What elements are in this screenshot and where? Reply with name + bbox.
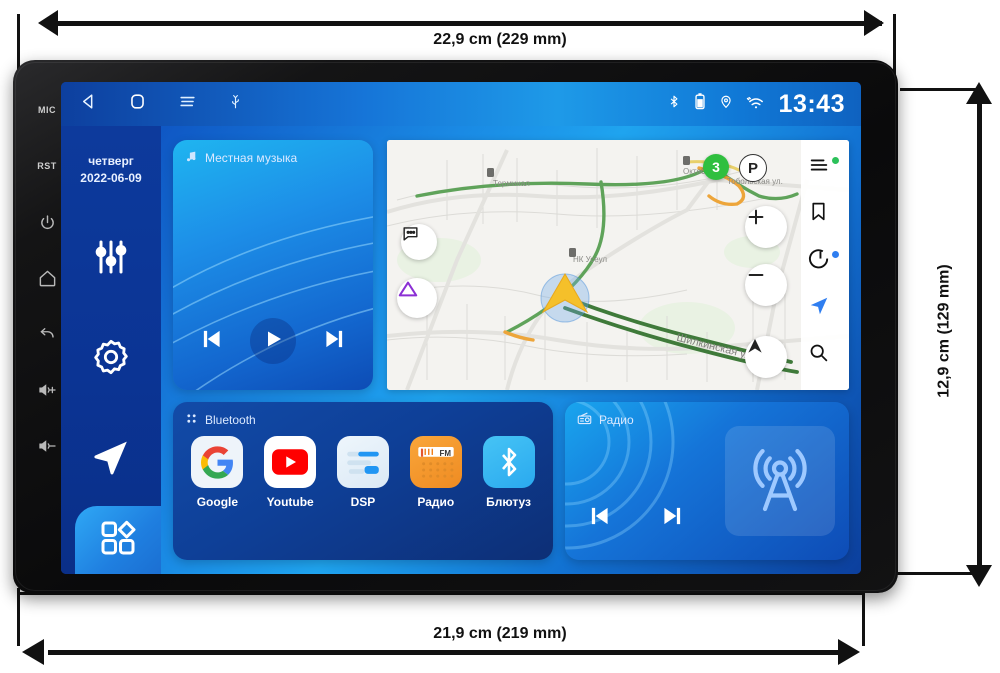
sidebar-item-equalizer[interactable]: [61, 226, 161, 292]
apps-card-header: Bluetooth: [185, 412, 256, 428]
location-icon: [719, 92, 733, 116]
dimension-line-right: [977, 104, 982, 574]
map-compass-button[interactable]: [745, 336, 787, 378]
date-label: 2022-06-09: [80, 171, 142, 185]
app-grid: Google Youtube DSP FM Радио Блютуз: [173, 436, 553, 509]
radio-card[interactable]: Радио: [565, 402, 849, 560]
yandex-navigator-button[interactable]: [808, 248, 842, 282]
app-dsp[interactable]: DSP: [333, 436, 393, 509]
apps-dots-icon: [185, 412, 198, 428]
youtube-icon: [264, 436, 317, 488]
battery-icon: [694, 92, 706, 116]
apps-card: Bluetooth Google Youtube DSP FM Радио Бл…: [173, 402, 553, 560]
map-search-button[interactable]: [808, 342, 842, 376]
home-icon[interactable]: [128, 92, 147, 116]
parking-badge[interactable]: P: [739, 154, 767, 182]
app-label: Блютуз: [486, 495, 531, 509]
arrowhead-up-icon: [966, 82, 992, 104]
bluetooth-icon: [667, 92, 681, 116]
map-navigate-button[interactable]: [808, 295, 842, 329]
app-label: Youtube: [266, 495, 314, 509]
navigation-arrow-icon: [91, 437, 131, 482]
map-zoom-in-button[interactable]: [745, 206, 787, 248]
music-card[interactable]: Местная музыка: [173, 140, 373, 390]
back-icon[interactable]: [79, 92, 98, 116]
home-content: Местная музыка Терминал Октяб ул. НК Усе…: [161, 126, 861, 574]
android-status-bar: 13:43: [61, 82, 861, 126]
radio-tower-icon: [744, 443, 816, 520]
sidebar-item-navigation[interactable]: [61, 426, 161, 492]
fm-radio-icon: FM: [409, 436, 462, 488]
music-controls: [173, 318, 373, 364]
dsp-sliders-icon: [336, 436, 389, 488]
map-zoom-out-button[interactable]: [745, 264, 787, 306]
app-google[interactable]: Google: [187, 436, 247, 509]
google-g-icon: [191, 436, 244, 488]
music-card-header: Местная музыка: [185, 150, 297, 166]
sidebar-item-settings[interactable]: [61, 326, 161, 392]
weekday-label: четверг: [88, 154, 134, 168]
dimension-label-width-bottom: 21,9 cm (219 mm): [433, 625, 567, 642]
play-icon: [261, 327, 285, 356]
equalizer-icon: [91, 237, 131, 282]
map-report-button[interactable]: [397, 278, 437, 318]
menu-icon[interactable]: [177, 92, 198, 116]
date-display: четверг 2022-06-09: [61, 154, 161, 185]
app-label: Радио: [417, 495, 455, 509]
map-bookmarks-button[interactable]: [808, 201, 842, 235]
map-label: Терминал: [493, 179, 530, 188]
music-card-title: Местная музыка: [205, 151, 298, 165]
android-nav-buttons: [61, 92, 243, 116]
clock: 13:43: [778, 89, 845, 118]
music-note-icon: [185, 150, 198, 166]
app-radio[interactable]: FM Радио: [406, 436, 466, 509]
radio-artwork: [725, 426, 835, 536]
radio-card-header: Радио: [577, 412, 634, 428]
traffic-level-badge[interactable]: 3: [703, 154, 729, 180]
arrowhead-down-icon: [966, 565, 992, 587]
usb-icon[interactable]: [228, 92, 243, 116]
radio-card-title: Радио: [599, 413, 634, 427]
map-widget[interactable]: Терминал Октяб Тобольская ул. НК Усеул Ш…: [387, 140, 849, 390]
previous-station-button[interactable]: [587, 503, 613, 534]
next-track-button[interactable]: [321, 326, 347, 357]
map-side-rail: [801, 140, 849, 390]
app-label: Google: [196, 495, 239, 509]
map-menu-button[interactable]: [808, 154, 842, 188]
app-label: DSP: [350, 495, 376, 509]
wifi-icon: [746, 92, 766, 116]
dimension-line-bottom: [48, 650, 848, 655]
notification-dot: [832, 250, 839, 258]
touchscreen[interactable]: 13:43 четверг 2022-06-09 Местная музыка …: [61, 82, 861, 574]
previous-track-button[interactable]: [199, 326, 225, 357]
map-chat-button[interactable]: [401, 224, 437, 260]
dimension-label-height: 12,9 cm (129 mm): [935, 264, 953, 398]
status-icons: 13:43: [667, 90, 861, 119]
next-station-button[interactable]: [659, 503, 685, 534]
svg-text:FM: FM: [439, 449, 451, 458]
notification-dot: [832, 157, 839, 165]
dimension-label-width-top: 22,9 cm (229 mm): [433, 31, 567, 48]
apps-card-title: Bluetooth: [205, 413, 256, 427]
bluetooth-icon: [482, 436, 535, 488]
app-youtube[interactable]: Youtube: [260, 436, 320, 509]
left-rail: четверг 2022-06-09: [61, 126, 161, 574]
radio-controls: [587, 503, 685, 534]
play-button[interactable]: [249, 318, 296, 364]
dimension-line-top: [52, 21, 882, 26]
radio-set-icon: [577, 412, 592, 428]
sidebar-item-apps[interactable]: [75, 506, 161, 574]
map-label: НК Усеул: [573, 255, 607, 264]
car-head-unit: MIC RST 13:43 четверг 2022-06-09 Местная…: [13, 60, 898, 593]
apps-grid-icon: [98, 518, 138, 563]
gear-icon: [91, 337, 131, 382]
app-bluetooth[interactable]: Блютуз: [479, 436, 539, 509]
